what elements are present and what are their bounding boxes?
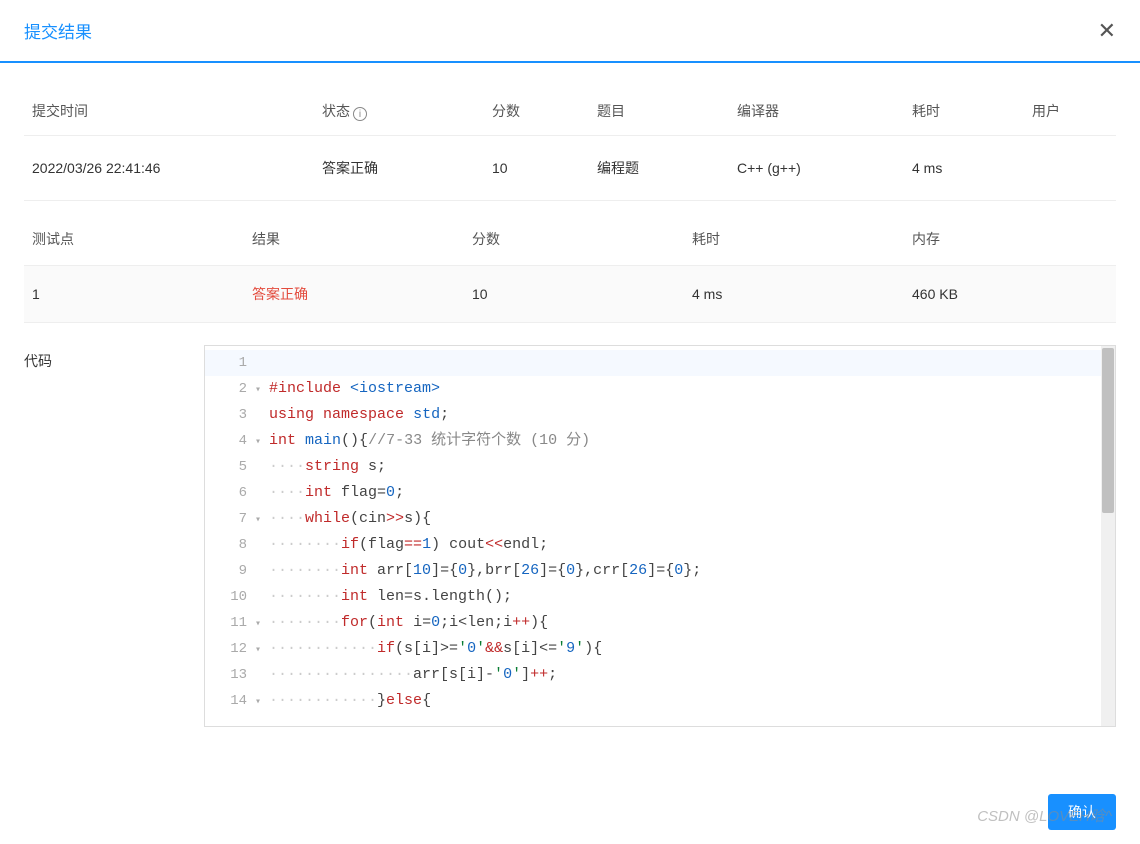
code-text: ········int arr[10]={0},brr[26]={0},crr[… — [269, 558, 701, 584]
cell-score: 10 — [484, 136, 589, 201]
line-number: 11 — [205, 610, 255, 636]
cell-problem: 编程题 — [589, 136, 729, 201]
line-number: 13 — [205, 662, 255, 688]
line-number: 5 — [205, 454, 255, 480]
cell-compiler: C++ (g++) — [729, 136, 904, 201]
code-text: int main(){//7-33 统计字符个数 (10 分) — [269, 428, 590, 454]
code-line: 4▾int main(){//7-33 统计字符个数 (10 分) — [205, 428, 1115, 454]
line-number: 7 — [205, 506, 255, 532]
line-number: 4 — [205, 428, 255, 454]
code-line: 10 ········int len=s.length(); — [205, 584, 1115, 610]
scroll-thumb[interactable] — [1102, 348, 1114, 513]
fold-marker[interactable]: ▾ — [255, 378, 269, 404]
cell-runtime: 4 ms — [904, 136, 1024, 201]
col-user: 用户 — [1024, 87, 1116, 136]
code-line: 6 ····int flag=0; — [205, 480, 1115, 506]
line-number: 9 — [205, 558, 255, 584]
code-text: ····int flag=0; — [269, 480, 404, 506]
code-line: 1 — [205, 350, 1115, 376]
fold-marker[interactable]: ▾ — [255, 612, 269, 638]
col-memory: 内存 — [904, 213, 1116, 266]
code-text: ············if(s[i]>='0'&&s[i]<='9'){ — [269, 636, 602, 662]
code-text: ····while(cin>>s){ — [269, 506, 431, 532]
code-text: ········if(flag==1) cout<<endl; — [269, 532, 548, 558]
code-line: 3 using namespace std; — [205, 402, 1115, 428]
code-line: 11▾········for(int i=0;i<len;i++){ — [205, 610, 1115, 636]
line-number: 3 — [205, 402, 255, 428]
modal-title: 提交结果 — [24, 18, 92, 43]
fold-marker[interactable]: ▾ — [255, 690, 269, 716]
line-number: 10 — [205, 584, 255, 610]
cell-tc-score: 10 — [464, 266, 684, 323]
code-line: 14▾············}else{ — [205, 688, 1115, 714]
code-label: 代码 — [24, 345, 204, 727]
code-editor[interactable]: 12▾#include <iostream>3using namespace s… — [204, 345, 1116, 727]
col-testcase: 测试点 — [24, 213, 244, 266]
line-number: 12 — [205, 636, 255, 662]
cell-tc-runtime: 4 ms — [684, 266, 904, 323]
col-tc-runtime: 耗时 — [684, 213, 904, 266]
line-number: 1 — [205, 350, 255, 376]
col-score: 分数 — [484, 87, 589, 136]
testcase-table: 测试点 结果 分数 耗时 内存 1 答案正确 10 4 ms 460 KB — [24, 213, 1116, 323]
line-number: 6 — [205, 480, 255, 506]
col-tc-score: 分数 — [464, 213, 684, 266]
code-line: 12▾············if(s[i]>='0'&&s[i]<='9'){ — [205, 636, 1115, 662]
table-row: 1 答案正确 10 4 ms 460 KB — [24, 266, 1116, 323]
line-number: 2 — [205, 376, 255, 402]
col-submit-time: 提交时间 — [24, 87, 314, 136]
fold-marker[interactable]: ▾ — [255, 430, 269, 456]
code-line: 7▾····while(cin>>s){ — [205, 506, 1115, 532]
scrollbar-vertical[interactable] — [1101, 346, 1115, 726]
cell-result: 答案正确 — [244, 266, 464, 323]
code-text: #include <iostream> — [269, 376, 440, 402]
fold-marker[interactable]: ▾ — [255, 508, 269, 534]
cell-testcase: 1 — [24, 266, 244, 323]
cell-submit-time: 2022/03/26 22:41:46 — [24, 136, 314, 201]
code-line: 8 ········if(flag==1) cout<<endl; — [205, 532, 1115, 558]
close-icon[interactable]: ✕ — [1098, 20, 1116, 42]
code-line: 2▾#include <iostream> — [205, 376, 1115, 402]
cell-status: 答案正确 — [314, 136, 484, 201]
line-number: 8 — [205, 532, 255, 558]
code-text: ········int len=s.length(); — [269, 584, 512, 610]
col-status: 状态i — [314, 87, 484, 136]
code-text: ················arr[s[i]-'0']++; — [269, 662, 557, 688]
cell-user — [1024, 136, 1116, 201]
info-icon: i — [353, 107, 367, 121]
submission-summary-table: 提交时间 状态i 分数 题目 编译器 耗时 用户 2022/03/26 22:4… — [24, 87, 1116, 201]
code-text: using namespace std; — [269, 402, 449, 428]
code-line: 13 ················arr[s[i]-'0']++; — [205, 662, 1115, 688]
col-compiler: 编译器 — [729, 87, 904, 136]
col-runtime: 耗时 — [904, 87, 1024, 136]
cell-memory: 460 KB — [904, 266, 1116, 323]
code-text: ············}else{ — [269, 688, 431, 714]
fold-marker[interactable]: ▾ — [255, 638, 269, 664]
code-text: ········for(int i=0;i<len;i++){ — [269, 610, 548, 636]
confirm-button[interactable]: 确认 — [1048, 794, 1116, 830]
table-row: 2022/03/26 22:41:46 答案正确 10 编程题 C++ (g++… — [24, 136, 1116, 201]
col-result: 结果 — [244, 213, 464, 266]
code-line: 5 ····string s; — [205, 454, 1115, 480]
code-text: ····string s; — [269, 454, 386, 480]
code-line: 9 ········int arr[10]={0},brr[26]={0},crr… — [205, 558, 1115, 584]
col-problem: 题目 — [589, 87, 729, 136]
line-number: 14 — [205, 688, 255, 714]
